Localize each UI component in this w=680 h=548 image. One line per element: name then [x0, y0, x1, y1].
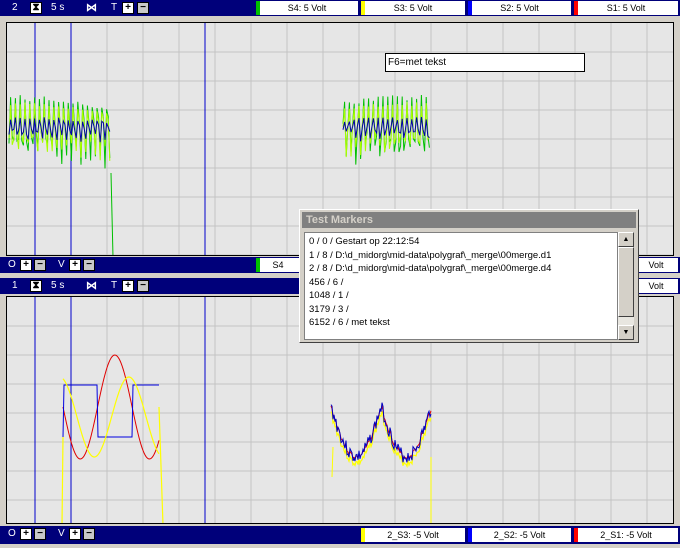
marker-list[interactable]: 0 / 0 / Gestart op 22:12:54 1 / 8 / D:\d…: [304, 232, 618, 340]
panel-number: 2: [12, 2, 18, 13]
channel-right-bottom[interactable]: Volt: [634, 258, 678, 272]
dialog-title[interactable]: Test Markers: [302, 212, 636, 228]
offset-minus-button[interactable]: −: [34, 259, 46, 271]
channel-label: 2_S2: -5 Volt: [493, 530, 546, 540]
t-label: T: [111, 280, 118, 291]
list-item[interactable]: 0 / 0 / Gestart op 22:12:54: [309, 235, 613, 249]
waveform-tail: [61, 436, 64, 523]
hourglass-icon[interactable]: ⧗: [30, 2, 42, 14]
list-item[interactable]: 1 / 8 / D:\d_midorg\mid-data\polygraf\_m…: [309, 249, 613, 263]
scroll-thumb[interactable]: [618, 247, 634, 317]
waveform-s1: [62, 354, 160, 460]
channel-s2[interactable]: S2: 5 Volt: [468, 1, 571, 15]
timebase-label[interactable]: 5 s: [51, 2, 64, 13]
channel-s1[interactable]: S1: 5 Volt: [574, 1, 678, 15]
volt-label: V: [58, 259, 65, 270]
compress-icon[interactable]: ⋈: [86, 1, 97, 14]
channel-label: S3: 5 Volt: [393, 3, 433, 13]
volt-label: V: [58, 528, 65, 539]
scroll-down-icon[interactable]: ▼: [618, 325, 634, 340]
hourglass-icon[interactable]: ⧗: [30, 280, 42, 292]
channel-label: 2_S1: -5 Volt: [600, 530, 652, 540]
channel-s4-bottom[interactable]: S4: [256, 258, 300, 272]
list-item[interactable]: 456 / 6 /: [309, 276, 613, 290]
offset-minus-button[interactable]: −: [34, 528, 46, 540]
list-item[interactable]: 6152 / 6 / met tekst: [309, 316, 613, 330]
channel-color-tag: [468, 528, 472, 542]
vertical-scrollbar[interactable]: ▲ ▼: [618, 232, 634, 340]
offset-label: O: [8, 528, 16, 539]
channel-label: S4: 5 Volt: [287, 3, 327, 13]
bottom-panel-footer: O + − V + − 2_S3: -5 Volt 2_S2: -5 Volt …: [0, 526, 680, 544]
channel-color-tag: [361, 528, 365, 542]
timebase-label[interactable]: 5 s: [51, 280, 64, 291]
offset-plus-button[interactable]: +: [20, 528, 32, 540]
channel-color-tag: [574, 1, 578, 15]
channel-color-tag: [256, 258, 260, 272]
zoom-out-button[interactable]: −: [137, 2, 149, 14]
waveform-tail: [110, 172, 114, 255]
channel-label: 2_S3: -5 Volt: [387, 530, 439, 540]
volt-plus-button[interactable]: +: [69, 528, 81, 540]
t-label: T: [111, 2, 118, 13]
waveform-tail: [158, 406, 164, 523]
channel-s4[interactable]: S4: 5 Volt: [256, 1, 358, 15]
channel-2-s3[interactable]: 2_S3: -5 Volt: [361, 528, 465, 542]
channel-label: S1: 5 Volt: [606, 3, 646, 13]
channel-color-tag: [256, 1, 260, 15]
volt-minus-button[interactable]: −: [83, 259, 95, 271]
waveform-s3: [62, 376, 160, 458]
waveforms: [61, 354, 432, 523]
channel-label: Volt: [648, 260, 664, 270]
scroll-up-icon[interactable]: ▲: [618, 232, 634, 247]
channel-right[interactable]: Volt: [634, 279, 678, 293]
channel-label: Volt: [648, 281, 664, 291]
test-markers-dialog[interactable]: Test Markers 0 / 0 / Gestart op 22:12:54…: [299, 209, 639, 343]
zoom-in-button[interactable]: +: [122, 280, 134, 292]
channel-2-s1[interactable]: 2_S1: -5 Volt: [574, 528, 678, 542]
channel-color-tag: [468, 1, 472, 15]
channel-label: S4: [272, 260, 284, 270]
zoom-in-button[interactable]: +: [122, 2, 134, 14]
volt-minus-button[interactable]: −: [83, 528, 95, 540]
marker-note-box[interactable]: F6=met tekst: [385, 53, 585, 72]
channel-color-tag: [574, 528, 578, 542]
channel-s3[interactable]: S3: 5 Volt: [361, 1, 465, 15]
offset-plus-button[interactable]: +: [20, 259, 32, 271]
channel-color-tag: [361, 1, 365, 15]
panel-number: 1: [12, 280, 18, 291]
list-item[interactable]: 2 / 8 / D:\d_midorg\mid-data\polygraf\_m…: [309, 262, 613, 276]
waveform-tail: [331, 446, 334, 478]
offset-label: O: [8, 259, 16, 270]
zoom-out-button[interactable]: −: [137, 280, 149, 292]
compress-icon[interactable]: ⋈: [86, 279, 97, 292]
volt-plus-button[interactable]: +: [69, 259, 81, 271]
waveform-s3-2: [330, 411, 432, 469]
list-item[interactable]: 1048 / 1 /: [309, 289, 613, 303]
list-item[interactable]: 3179 / 3 /: [309, 303, 613, 317]
channel-2-s2[interactable]: 2_S2: -5 Volt: [468, 528, 571, 542]
top-panel-header: 2 ⧗ 5 s ⋈ T + − S4: 5 Volt S3: 5 Volt S2…: [0, 0, 680, 16]
channel-label: S2: 5 Volt: [500, 3, 539, 13]
